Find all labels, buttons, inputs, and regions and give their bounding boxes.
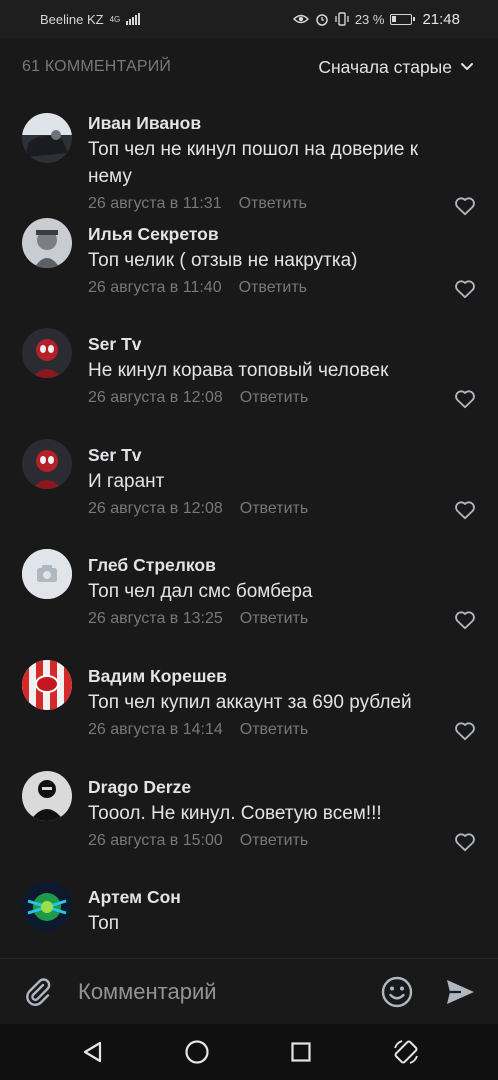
comment-meta: 26 августа в 13:25 Ответить (88, 606, 498, 632)
comment-author[interactable]: Вадим Корешев (88, 663, 498, 689)
comment-meta: 26 августа в 12:08 Ответить (88, 385, 498, 411)
avatar[interactable] (22, 881, 72, 932)
comment-author[interactable]: Ser Tv (88, 331, 498, 357)
heart-icon[interactable] (454, 500, 476, 520)
avatar[interactable] (22, 113, 72, 163)
paperclip-icon[interactable] (22, 976, 54, 1008)
comment-meta: 26 августа в 11:40 Ответить (88, 275, 498, 301)
avatar[interactable] (22, 549, 72, 600)
comments-list[interactable]: Иван Иванов Топ чел не кинул пошол на до… (0, 96, 498, 958)
nav-recents-button[interactable] (287, 1038, 315, 1066)
rotate-screen-button[interactable] (392, 1038, 420, 1066)
heart-icon[interactable] (454, 721, 476, 741)
heart-icon[interactable] (454, 832, 476, 852)
comment-author[interactable]: Иван Иванов (88, 110, 498, 136)
comment-text: Топ (88, 913, 119, 935)
comment-item: Вадим Корешев Топ чел купил аккаунт за 6… (0, 649, 498, 760)
status-bar: Beeline KZ 4G 23 % 21:48 (0, 0, 498, 38)
comment-input[interactable] (78, 978, 380, 1005)
emoji-icon[interactable] (380, 975, 414, 1009)
comment-item: Ser Tv И гарант 26 августа в 12:08 Ответ… (0, 428, 498, 539)
sort-dropdown[interactable]: Сначала старые (318, 57, 474, 78)
recents-square-icon (291, 1042, 311, 1062)
comment-item: Артем Сон Топ (0, 870, 498, 958)
comment-author[interactable]: Drago Derze (88, 774, 498, 800)
reply-button[interactable]: Ответить (240, 496, 308, 522)
comment-date: 26 августа в 11:40 (88, 278, 222, 296)
comment-text: Топ чел купил аккаунт за 690 рублей (88, 691, 412, 713)
network-type: 4G (109, 14, 121, 24)
nav-back-button[interactable] (78, 1038, 106, 1066)
sort-label: Сначала старые (318, 56, 452, 77)
rotate-icon (393, 1040, 418, 1064)
comment-item: Илья Секретов Топ челик ( отзыв не накру… (0, 207, 498, 318)
eye-icon (292, 14, 309, 24)
comment-text: Топ чел дал смс бомбера (88, 581, 313, 603)
home-circle-icon (185, 1040, 209, 1064)
avatar[interactable] (22, 328, 72, 379)
comments-header: 61 КОММЕНТАРИЙ Сначала старые (0, 38, 498, 96)
reply-button[interactable]: Ответить (240, 385, 308, 411)
comment-text: И гарант (88, 470, 165, 492)
reply-button[interactable]: Ответить (239, 275, 307, 301)
comment-text: Тооол. Не кинул. Советую всем!!! (88, 802, 382, 824)
carrier-label: Beeline KZ (40, 11, 104, 27)
comment-date: 26 августа в 12:08 (88, 499, 223, 517)
clock: 21:48 (422, 10, 460, 28)
comment-meta: 26 августа в 15:00 Ответить (88, 828, 498, 854)
battery-percent: 23 % (354, 11, 385, 27)
status-right: 23 % 21:48 (292, 10, 460, 28)
comment-author[interactable]: Илья Секретов (88, 221, 498, 247)
comment-text: Не кинул корава топовый человек (88, 360, 389, 382)
battery-icon (390, 13, 416, 25)
reply-button[interactable]: Ответить (240, 828, 308, 854)
reply-button[interactable]: Ответить (240, 606, 308, 632)
heart-icon[interactable] (454, 389, 476, 409)
avatar[interactable] (22, 438, 72, 489)
heart-icon[interactable] (454, 279, 476, 299)
comment-date: 26 августа в 13:25 (88, 610, 223, 628)
camera-icon (22, 549, 72, 600)
vibrate-icon (335, 12, 349, 26)
comment-author[interactable]: Глеб Стрелков (88, 552, 498, 578)
comment-meta: 26 августа в 12:08 Ответить (88, 496, 498, 522)
comment-count: 61 КОММЕНТАРИЙ (22, 58, 172, 75)
avatar[interactable] (22, 659, 72, 710)
status-left: Beeline KZ 4G (40, 11, 141, 27)
comment-input-bar (0, 958, 498, 1024)
comment-author[interactable]: Артем Сон (88, 884, 498, 910)
comment-text: Топ челик ( отзыв не накрутка) (88, 249, 358, 271)
reply-button[interactable]: Ответить (240, 717, 308, 743)
comment-item: Drago Derze Тооол. Не кинул. Советую все… (0, 760, 498, 871)
avatar[interactable] (22, 770, 72, 821)
signal-icon (126, 13, 141, 25)
comment-item: Иван Иванов Топ чел не кинул пошол на до… (0, 96, 498, 216)
send-icon[interactable] (444, 976, 476, 1008)
heart-icon[interactable] (454, 610, 476, 630)
nav-home-button[interactable] (183, 1038, 211, 1066)
comment-date: 26 августа в 12:08 (88, 389, 223, 407)
comment-date: 26 августа в 14:14 (88, 720, 223, 738)
comment-text: Топ чел не кинул пошол на доверие к нему (88, 139, 419, 187)
comment-date: 26 августа в 15:00 (88, 831, 223, 849)
comment-meta: 26 августа в 14:14 Ответить (88, 717, 498, 743)
chevron-down-icon (461, 63, 473, 70)
comment-item: Ser Tv Не кинул корава топовый человек 2… (0, 317, 498, 428)
comment-item: Глеб Стрелков Топ чел дал смс бомбера 26… (0, 538, 498, 649)
comment-author[interactable]: Ser Tv (88, 442, 498, 468)
avatar[interactable] (22, 217, 72, 268)
system-nav-bar (0, 1024, 498, 1080)
alarm-icon (316, 14, 328, 26)
back-triangle-icon (84, 1041, 102, 1063)
